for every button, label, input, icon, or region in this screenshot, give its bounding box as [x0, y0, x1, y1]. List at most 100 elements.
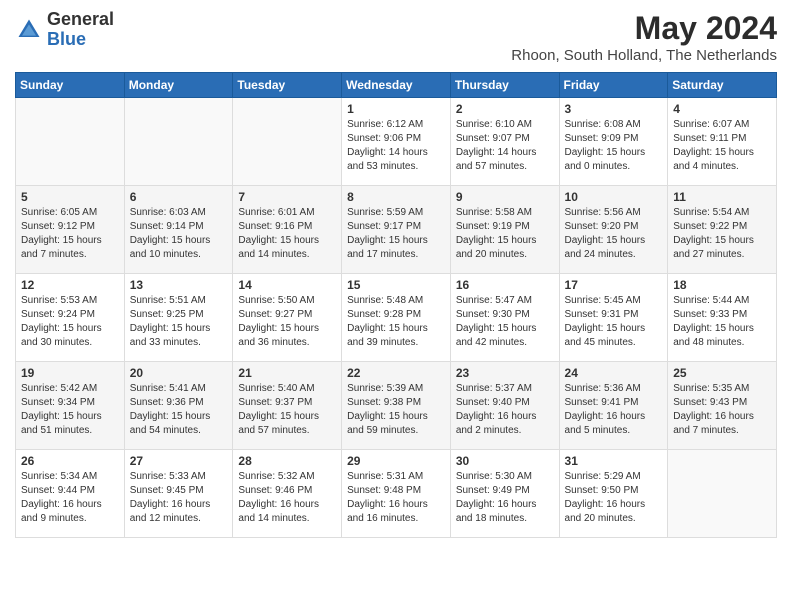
day-info: Sunrise: 5:58 AM Sunset: 9:19 PM Dayligh… — [456, 206, 554, 262]
day-number: 6 — [130, 190, 228, 204]
calendar-cell: 24 Sunrise: 5:36 AM Sunset: 9:41 PM Dayli… — [559, 362, 668, 450]
calendar-cell: 31 Sunrise: 5:29 AM Sunset: 9:50 PM Dayli… — [559, 450, 668, 538]
week-row-2: 5Sunrise: 6:05 AM Sunset: 9:12 PM Daylig… — [16, 186, 777, 274]
column-header-friday: Friday — [559, 73, 668, 98]
column-header-tuesday: Tuesday — [233, 73, 342, 98]
calendar-cell: 13 Sunrise: 5:51 AM Sunset: 9:25 PM Dayli… — [124, 274, 233, 362]
day-number: 12 — [21, 278, 119, 292]
calendar-cell: 12Sunrise: 5:53 AM Sunset: 9:24 PM Dayli… — [16, 274, 125, 362]
location: Rhoon, South Holland, The Netherlands — [511, 47, 777, 64]
day-info: Sunrise: 5:48 AM Sunset: 9:28 PM Dayligh… — [347, 294, 445, 350]
calendar-cell: 10Sunrise: 5:56 AM Sunset: 9:20 PM Dayli… — [559, 186, 668, 274]
calendar-cell: 4 Sunrise: 6:07 AM Sunset: 9:11 PM Daylig… — [668, 98, 777, 186]
day-number: 16 — [456, 278, 554, 292]
title-block: May 2024 Rhoon, South Holland, The Nethe… — [511, 10, 777, 64]
day-info: Sunrise: 6:07 AM Sunset: 9:11 PM Dayligh… — [673, 118, 771, 174]
calendar-cell: 1 Sunrise: 6:12 AM Sunset: 9:06 PM Daylig… — [342, 98, 451, 186]
day-info: Sunrise: 6:05 AM Sunset: 9:12 PM Dayligh… — [21, 206, 119, 262]
day-info: Sunrise: 5:40 AM Sunset: 9:37 PM Dayligh… — [238, 382, 336, 438]
column-header-saturday: Saturday — [668, 73, 777, 98]
calendar-cell: 15Sunrise: 5:48 AM Sunset: 9:28 PM Dayli… — [342, 274, 451, 362]
day-number: 2 — [456, 102, 554, 116]
day-number: 24 — [565, 366, 663, 380]
day-info: Sunrise: 5:34 AM Sunset: 9:44 PM Dayligh… — [21, 470, 119, 526]
day-info: Sunrise: 6:10 AM Sunset: 9:07 PM Dayligh… — [456, 118, 554, 174]
day-number: 25 — [673, 366, 771, 380]
calendar-cell: 2 Sunrise: 6:10 AM Sunset: 9:07 PM Daylig… — [450, 98, 559, 186]
day-number: 1 — [347, 102, 445, 116]
week-row-4: 19 Sunrise: 5:42 AM Sunset: 9:34 PM Dayli… — [16, 362, 777, 450]
day-number: 17 — [565, 278, 663, 292]
day-number: 4 — [673, 102, 771, 116]
calendar-cell — [233, 98, 342, 186]
day-info: Sunrise: 5:59 AM Sunset: 9:17 PM Dayligh… — [347, 206, 445, 262]
calendar-cell: 19 Sunrise: 5:42 AM Sunset: 9:34 PM Dayli… — [16, 362, 125, 450]
day-number: 28 — [238, 454, 336, 468]
week-row-3: 12Sunrise: 5:53 AM Sunset: 9:24 PM Dayli… — [16, 274, 777, 362]
logo: General Blue — [15, 10, 114, 50]
day-info: Sunrise: 5:31 AM Sunset: 9:48 PM Dayligh… — [347, 470, 445, 526]
day-info: Sunrise: 5:54 AM Sunset: 9:22 PM Dayligh… — [673, 206, 771, 262]
calendar-cell: 29 Sunrise: 5:31 AM Sunset: 9:48 PM Dayli… — [342, 450, 451, 538]
calendar-cell: 8 Sunrise: 5:59 AM Sunset: 9:17 PM Daylig… — [342, 186, 451, 274]
day-number: 30 — [456, 454, 554, 468]
day-info: Sunrise: 5:30 AM Sunset: 9:49 PM Dayligh… — [456, 470, 554, 526]
month-title: May 2024 — [511, 10, 777, 47]
day-info: Sunrise: 5:37 AM Sunset: 9:40 PM Dayligh… — [456, 382, 554, 438]
day-number: 3 — [565, 102, 663, 116]
day-info: Sunrise: 5:50 AM Sunset: 9:27 PM Dayligh… — [238, 294, 336, 350]
calendar-cell: 23 Sunrise: 5:37 AM Sunset: 9:40 PM Dayli… — [450, 362, 559, 450]
column-header-wednesday: Wednesday — [342, 73, 451, 98]
logo-blue-text: Blue — [47, 30, 114, 50]
calendar-cell: 21 Sunrise: 5:40 AM Sunset: 9:37 PM Dayli… — [233, 362, 342, 450]
calendar-cell: 22 Sunrise: 5:39 AM Sunset: 9:38 PM Dayli… — [342, 362, 451, 450]
day-number: 22 — [347, 366, 445, 380]
calendar-cell: 9Sunrise: 5:58 AM Sunset: 9:19 PM Daylig… — [450, 186, 559, 274]
day-info: Sunrise: 5:33 AM Sunset: 9:45 PM Dayligh… — [130, 470, 228, 526]
day-number: 14 — [238, 278, 336, 292]
calendar-cell — [16, 98, 125, 186]
column-header-monday: Monday — [124, 73, 233, 98]
calendar-cell: 28 Sunrise: 5:32 AM Sunset: 9:46 PM Dayli… — [233, 450, 342, 538]
calendar-cell: 30 Sunrise: 5:30 AM Sunset: 9:49 PM Dayli… — [450, 450, 559, 538]
calendar-cell: 20Sunrise: 5:41 AM Sunset: 9:36 PM Dayli… — [124, 362, 233, 450]
day-number: 21 — [238, 366, 336, 380]
day-number: 19 — [21, 366, 119, 380]
logo-icon — [15, 16, 43, 44]
day-number: 31 — [565, 454, 663, 468]
calendar-cell: 25 Sunrise: 5:35 AM Sunset: 9:43 PM Dayli… — [668, 362, 777, 450]
calendar-table: SundayMondayTuesdayWednesdayThursdayFrid… — [15, 72, 777, 538]
day-number: 11 — [673, 190, 771, 204]
day-number: 18 — [673, 278, 771, 292]
day-number: 8 — [347, 190, 445, 204]
day-info: Sunrise: 5:42 AM Sunset: 9:34 PM Dayligh… — [21, 382, 119, 438]
day-number: 23 — [456, 366, 554, 380]
calendar-cell: 5Sunrise: 6:05 AM Sunset: 9:12 PM Daylig… — [16, 186, 125, 274]
day-info: Sunrise: 5:36 AM Sunset: 9:41 PM Dayligh… — [565, 382, 663, 438]
day-info: Sunrise: 5:44 AM Sunset: 9:33 PM Dayligh… — [673, 294, 771, 350]
logo-general-text: General — [47, 10, 114, 30]
day-info: Sunrise: 5:51 AM Sunset: 9:25 PM Dayligh… — [130, 294, 228, 350]
column-header-thursday: Thursday — [450, 73, 559, 98]
calendar-cell: 27Sunrise: 5:33 AM Sunset: 9:45 PM Dayli… — [124, 450, 233, 538]
calendar-cell: 6Sunrise: 6:03 AM Sunset: 9:14 PM Daylig… — [124, 186, 233, 274]
day-info: Sunrise: 6:08 AM Sunset: 9:09 PM Dayligh… — [565, 118, 663, 174]
calendar-cell: 14 Sunrise: 5:50 AM Sunset: 9:27 PM Dayli… — [233, 274, 342, 362]
day-info: Sunrise: 5:32 AM Sunset: 9:46 PM Dayligh… — [238, 470, 336, 526]
day-info: Sunrise: 6:12 AM Sunset: 9:06 PM Dayligh… — [347, 118, 445, 174]
day-info: Sunrise: 5:47 AM Sunset: 9:30 PM Dayligh… — [456, 294, 554, 350]
day-number: 29 — [347, 454, 445, 468]
week-row-1: 1 Sunrise: 6:12 AM Sunset: 9:06 PM Daylig… — [16, 98, 777, 186]
day-number: 20 — [130, 366, 228, 380]
day-number: 26 — [21, 454, 119, 468]
column-header-sunday: Sunday — [16, 73, 125, 98]
calendar-cell — [124, 98, 233, 186]
day-info: Sunrise: 5:35 AM Sunset: 9:43 PM Dayligh… — [673, 382, 771, 438]
day-number: 13 — [130, 278, 228, 292]
calendar-cell — [668, 450, 777, 538]
day-info: Sunrise: 5:56 AM Sunset: 9:20 PM Dayligh… — [565, 206, 663, 262]
day-info: Sunrise: 5:29 AM Sunset: 9:50 PM Dayligh… — [565, 470, 663, 526]
calendar-cell: 3 Sunrise: 6:08 AM Sunset: 9:09 PM Daylig… — [559, 98, 668, 186]
day-info: Sunrise: 6:01 AM Sunset: 9:16 PM Dayligh… — [238, 206, 336, 262]
day-info: Sunrise: 5:39 AM Sunset: 9:38 PM Dayligh… — [347, 382, 445, 438]
